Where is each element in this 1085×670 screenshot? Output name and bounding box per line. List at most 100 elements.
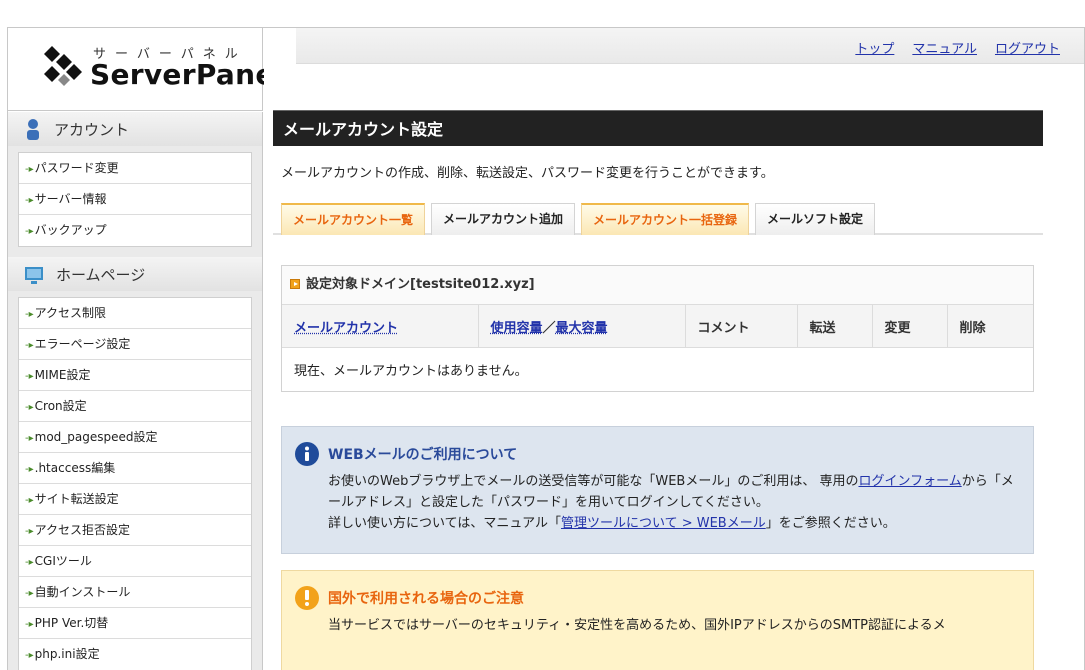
- arrow-icon: -▸: [25, 557, 34, 568]
- arrow-icon: -▸: [25, 464, 34, 475]
- play-square-icon: [290, 279, 300, 289]
- tab-account-add[interactable]: メールアカウント追加: [431, 203, 576, 235]
- top-link-top[interactable]: トップ: [855, 38, 894, 57]
- sidebar-item-php-version[interactable]: -▸PHP Ver.切替: [19, 608, 251, 639]
- sidebar-item-php-ini[interactable]: -▸php.ini設定: [19, 639, 251, 670]
- arrow-icon: -▸: [25, 309, 34, 320]
- notice-title: WEBメールのご利用について: [294, 441, 1021, 467]
- empty-message: 現在、メールアカウントはありません。: [282, 347, 1033, 391]
- sort-used-link[interactable]: 使用容量: [491, 321, 543, 336]
- sidebar-item-label: Cron設定: [34, 399, 87, 413]
- account-list-panel: 設定対象ドメイン[testsite012.xyz] メールアカウント 使用容量／…: [281, 265, 1034, 392]
- table-row: 現在、メールアカウントはありません。: [282, 347, 1033, 391]
- sidebar-item-cgi[interactable]: -▸CGIツール: [19, 546, 251, 577]
- sidebar-item-access-deny[interactable]: -▸アクセス拒否設定: [19, 515, 251, 546]
- col-forward: 転送: [796, 304, 872, 348]
- tab-account-list[interactable]: メールアカウント一覧: [281, 203, 426, 235]
- page-title: メールアカウント設定: [273, 110, 1043, 146]
- arrow-icon: -▸: [25, 340, 34, 351]
- notice-text: お使いのWebブラウザ上でメールの送受信等が可能な「WEBメール」のご利用は、 …: [328, 473, 859, 489]
- sidebar-item-cron[interactable]: -▸Cron設定: [19, 391, 251, 422]
- arrow-icon: -▸: [25, 226, 34, 237]
- col-delete: 削除: [946, 304, 1033, 348]
- sidebar-item-label: .htaccess編集: [34, 461, 116, 475]
- warning-icon: [295, 585, 319, 610]
- arrow-icon: -▸: [25, 433, 34, 444]
- logo-text: ServerPanel: [90, 58, 285, 91]
- sidebar-item-label: MIME設定: [34, 368, 91, 382]
- sidebar-item-site-forward[interactable]: -▸サイト転送設定: [19, 484, 251, 515]
- sidebar-item-pagespeed[interactable]: -▸mod_pagespeed設定: [19, 422, 251, 453]
- arrow-icon: -▸: [25, 371, 34, 382]
- sidebar-item-mime[interactable]: -▸MIME設定: [19, 360, 251, 391]
- sidebar-item-label: 自動インストール: [34, 585, 131, 599]
- col-account: メールアカウント: [282, 304, 478, 348]
- sort-max-link[interactable]: 最大容量: [556, 321, 608, 336]
- sidebar-item-backup[interactable]: -▸バックアップ: [19, 215, 251, 246]
- sidebar-item-label: CGIツール: [34, 554, 92, 568]
- sidebar-item-htaccess[interactable]: -▸.htaccess編集: [19, 453, 251, 484]
- sidebar-item-access-limit[interactable]: -▸アクセス制限: [19, 298, 251, 329]
- sidebar-item-label: アクセス制限: [34, 306, 107, 320]
- main-content: メールアカウント設定 メールアカウントの作成、削除、転送設定、パスワード変更を行…: [273, 110, 1043, 670]
- sidebar-item-label: サーバー情報: [34, 192, 107, 206]
- sidebar-item-label: バックアップ: [34, 223, 107, 237]
- sidebar-item-error-page[interactable]: -▸エラーページ設定: [19, 329, 251, 360]
- tab-bulk-register[interactable]: メールアカウント一括登録: [581, 203, 750, 235]
- logo[interactable]: サーバーパネル ServerPanel: [8, 28, 284, 111]
- person-icon: [27, 119, 39, 140]
- arrow-icon: -▸: [25, 526, 34, 537]
- col-separator: ／: [542, 320, 556, 336]
- notice-title-text: 国外で利用される場合のご注意: [328, 590, 524, 607]
- arrow-icon: -▸: [25, 164, 34, 175]
- tab-mail-software[interactable]: メールソフト設定: [755, 203, 876, 235]
- notice-text: 」をご参照ください。: [765, 515, 896, 531]
- notice-body: 当サービスではサーバーのセキュリティ・安定性を高めるため、国外IPアドレスからの…: [328, 617, 946, 633]
- sidebar-section-title: ホームページ: [56, 265, 146, 284]
- arrow-icon: -▸: [25, 650, 34, 661]
- sort-account-link[interactable]: メールアカウント: [294, 321, 398, 336]
- page-description: メールアカウントの作成、削除、転送設定、パスワード変更を行うことができます。: [281, 166, 774, 181]
- foreign-use-notice: 国外で利用される場合のご注意 当サービスではサーバーのセキュリティ・安定性を高め…: [281, 569, 1034, 670]
- col-comment: コメント: [684, 304, 797, 348]
- login-form-link[interactable]: ログインフォーム: [858, 474, 961, 489]
- sidebar-item-auto-install[interactable]: -▸自動インストール: [19, 577, 251, 608]
- sidebar-item-label: パスワード変更: [34, 161, 119, 175]
- sidebar-section-title: アカウント: [54, 120, 130, 139]
- sidebar-item-label: サイト転送設定: [34, 492, 119, 506]
- sidebar-item-label: php.ini設定: [34, 647, 100, 661]
- tab-bar: メールアカウント一覧 メールアカウント追加 メールアカウント一括登録 メールソフ…: [273, 203, 1043, 235]
- sidebar-item-label: エラーページ設定: [34, 337, 131, 351]
- sidebar-list-homepage: -▸アクセス制限 -▸エラーページ設定 -▸MIME設定 -▸Cron設定 -▸…: [18, 297, 252, 670]
- notice-title-text: WEBメールのご利用について: [328, 446, 518, 463]
- top-bar: トップ マニュアル ログアウト: [264, 28, 1084, 111]
- sidebar-list-account: -▸パスワード変更 -▸サーバー情報 -▸バックアップ: [18, 152, 252, 247]
- domain-label: 設定対象ドメイン[testsite012.xyz]: [306, 277, 535, 292]
- sidebar-item-label: アクセス拒否設定: [34, 523, 131, 537]
- sidebar-item-server-info[interactable]: -▸サーバー情報: [19, 184, 251, 215]
- sidebar-section-homepage: ホームページ: [8, 257, 262, 291]
- arrow-icon: -▸: [25, 402, 34, 413]
- panel-title: 設定対象ドメイン[testsite012.xyz]: [282, 266, 1033, 304]
- notice-body: お使いのWebブラウザ上でメールの送受信等が可能な「WEBメール」のご利用は、 …: [328, 471, 1021, 534]
- webmail-notice: WEBメールのご利用について お使いのWebブラウザ上でメールの送受信等が可能な…: [281, 425, 1034, 554]
- arrow-icon: -▸: [25, 619, 34, 630]
- arrow-icon: -▸: [25, 495, 34, 506]
- info-icon: [295, 441, 319, 466]
- logo-diamond-icon: [44, 46, 82, 86]
- sidebar-item-password[interactable]: -▸パスワード変更: [19, 153, 251, 184]
- account-table: メールアカウント 使用容量／最大容量 コメント 転送 変更 削除 現在、メールア…: [282, 304, 1033, 391]
- sidebar-item-label: mod_pagespeed設定: [34, 430, 158, 444]
- top-link-manual[interactable]: マニュアル: [912, 38, 977, 57]
- sidebar-item-label: PHP Ver.切替: [34, 616, 109, 630]
- notice-title: 国外で利用される場合のご注意: [294, 585, 1021, 611]
- table-header-row: メールアカウント 使用容量／最大容量 コメント 転送 変更 削除: [282, 304, 1033, 348]
- top-nav-links: トップ マニュアル ログアウト: [855, 38, 1060, 57]
- monitor-icon: [25, 267, 43, 284]
- webmail-manual-link[interactable]: 管理ツールについて > WEBメール: [561, 516, 766, 531]
- col-usage: 使用容量／最大容量: [477, 304, 685, 348]
- top-link-logout[interactable]: ログアウト: [995, 38, 1060, 57]
- sidebar: アカウント -▸パスワード変更 -▸サーバー情報 -▸バックアップ ホームページ…: [8, 112, 263, 670]
- top-nav-strip: トップ マニュアル ログアウト: [296, 28, 1084, 64]
- arrow-icon: -▸: [25, 588, 34, 599]
